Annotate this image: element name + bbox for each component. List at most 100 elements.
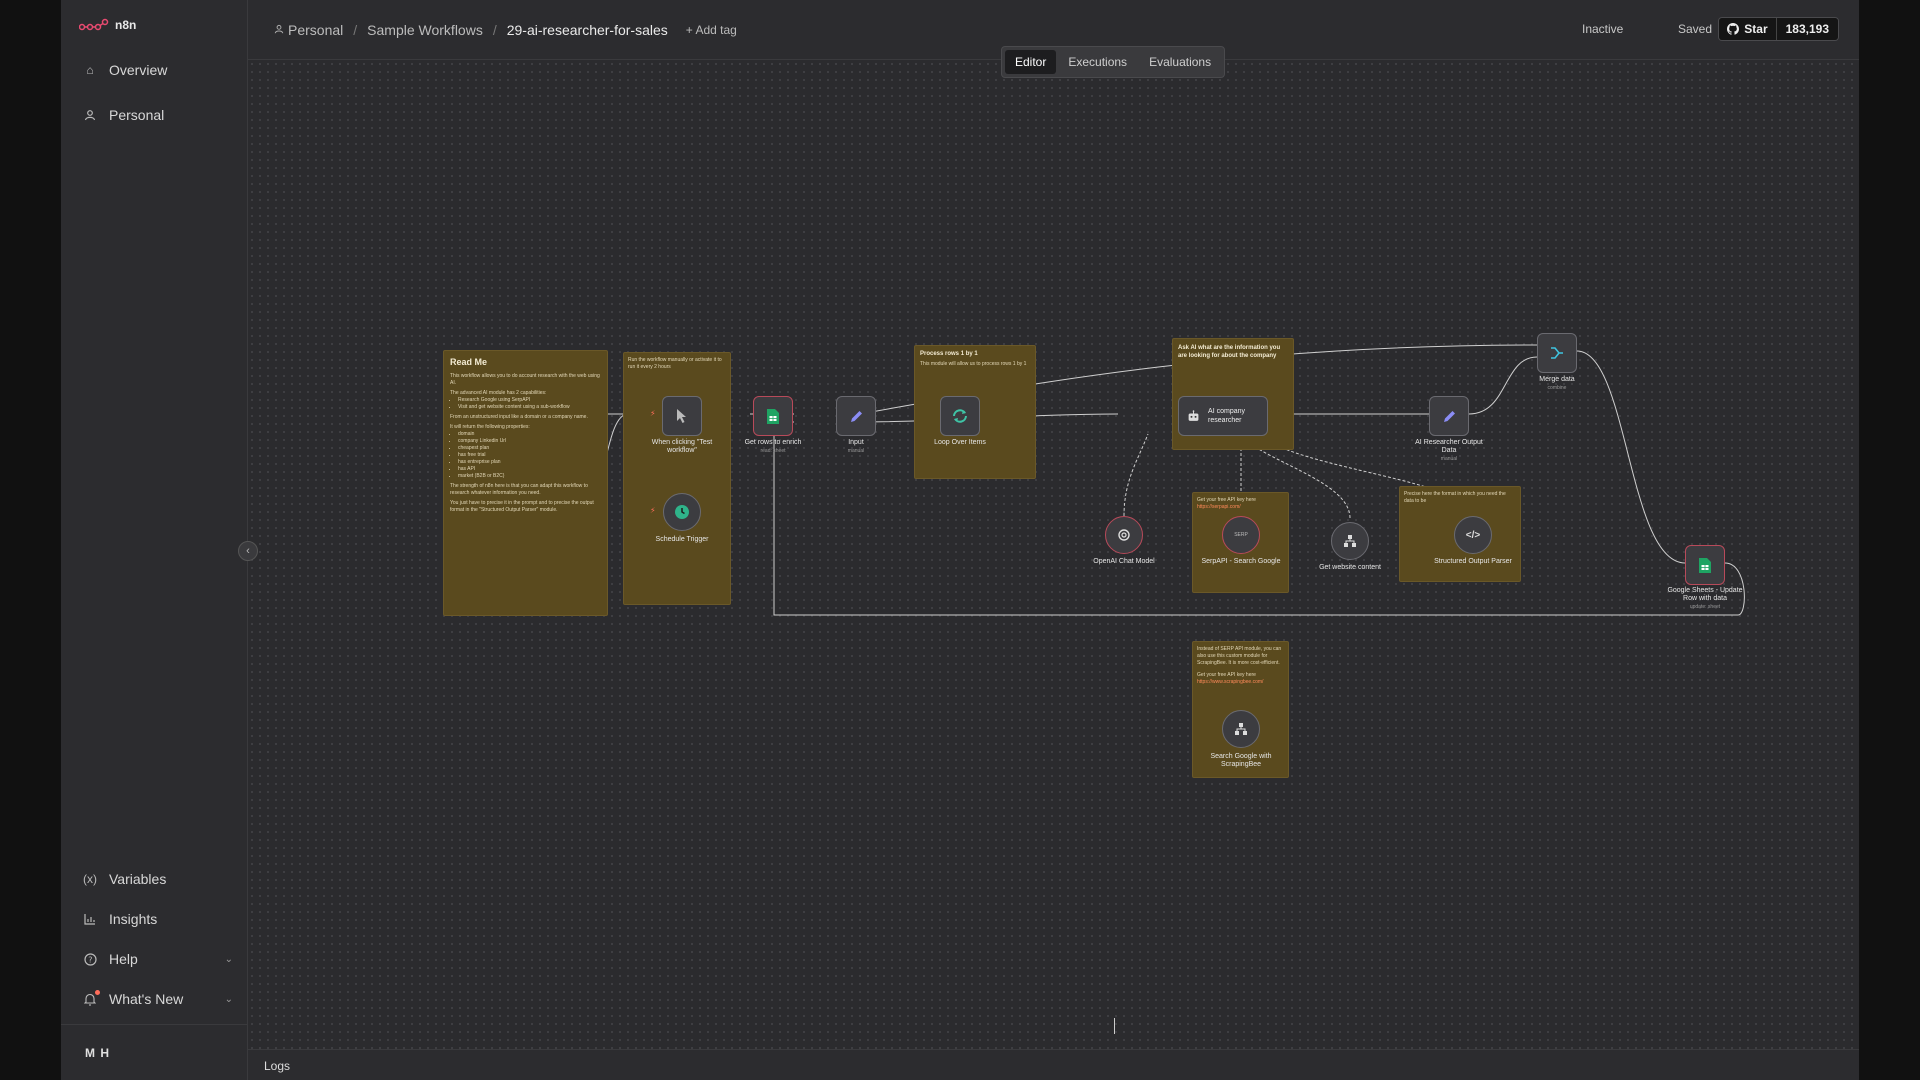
node-label: Input [848,439,864,446]
workflow-canvas[interactable]: Read Me This workflow allows you to do a… [248,60,1859,1049]
list-item: has free trial [458,452,601,459]
node-ai-agent[interactable]: AI company researcher [1178,396,1268,436]
node-label: Google Sheets - Update Row with data [1667,587,1743,602]
node-label: Search Google with ScrapingBee [1210,753,1272,768]
node-sublabel: combine [1547,385,1567,391]
sidebar-item-variables[interactable]: (x) Variables [83,868,233,890]
google-sheets-icon [767,408,779,424]
note-text: Get your free API key here [1197,672,1256,678]
tab-evaluations[interactable]: Evaluations [1139,50,1221,74]
sidebar-item-insights[interactable]: Insights [83,908,233,930]
user-avatar[interactable]: M H [85,1046,110,1060]
logs-panel[interactable]: Logs [248,1049,1859,1080]
github-star: Star [1719,18,1777,40]
sidebar-item-help[interactable]: ? Help ⌄ [83,948,233,970]
app-window: n8n ⌂ Overview Personal (x) Variables In… [61,0,1859,1080]
note-text: The strength of n8n here is that you can… [450,483,588,496]
node-sublabel: update: sheet [1689,604,1721,610]
pencil-icon [850,410,862,422]
node-label: Schedule Trigger [655,536,709,543]
list-item: company Linkedin Url [458,438,601,445]
node-label: When clicking "Test workflow" [651,439,713,454]
sidebar-item-label: Overview [109,62,168,78]
code-icon: </> [1465,529,1481,541]
note-text: The advanced AI module has 2 capabilitie… [450,390,547,396]
node-ai-output[interactable] [1429,396,1469,436]
list-item: market (B2B or B2C) [458,473,601,480]
trigger-bolt-icon: ⚡ [650,506,656,515]
chart-icon [83,912,97,926]
breadcrumb-personal[interactable]: Personal [288,22,343,38]
note-text: It will return the following properties: [450,424,530,430]
bell-icon [83,990,100,1006]
google-sheets-icon [1699,557,1711,573]
brand-logo[interactable]: n8n [79,18,136,32]
node-sublabel: manual [1440,456,1458,462]
node-label: Merge data [1539,376,1575,383]
note-text: Instead of SERP API module, you can also… [1197,646,1282,666]
list-item: has entreprise plan [458,459,601,466]
add-tag-button[interactable]: + Add tag [686,23,737,37]
node-scrapingbee[interactable] [1222,710,1260,748]
list-item: cheapest plan [458,445,601,452]
variables-icon: (x) [83,872,97,886]
note-text: You just have to precise it in the promp… [450,500,594,513]
node-label: Loop Over Items [934,439,986,446]
note-link[interactable]: https://serpapi.com/ [1197,504,1284,511]
note-link[interactable]: https://www.scrapingbee.com/ [1197,679,1284,686]
breadcrumb-separator: / [492,22,497,38]
sidebar-item-label: Insights [109,911,158,927]
note-list: Research Google using SerpAPI Visit and … [450,397,601,411]
node-get-rows[interactable] [753,396,793,436]
breadcrumb-folder[interactable]: Sample Workflows [367,22,483,38]
text-cursor [1114,1018,1115,1034]
sidebar-item-personal[interactable]: Personal [83,104,233,126]
workflow-name[interactable]: 29-ai-researcher-for-sales [507,22,668,38]
note-title: Process rows 1 by 1 [920,351,978,357]
active-status-toggle[interactable]: Inactive [1582,22,1623,36]
chevron-left-icon: ‹ [246,545,250,557]
tab-editor[interactable]: Editor [1005,50,1057,74]
sticky-note-trigger[interactable]: Run the workflow manually or activate it… [623,352,731,605]
sidebar: n8n ⌂ Overview Personal (x) Variables In… [61,0,248,1080]
openai-icon [1118,529,1130,541]
view-tabs: Editor Executions Evaluations [1001,46,1226,78]
help-icon: ? [83,952,97,966]
collapse-sidebar-button[interactable]: ‹ [238,541,258,561]
node-label: AI Researcher Output Data [1415,439,1483,454]
node-structured-output-parser[interactable]: </> [1454,516,1492,554]
robot-icon [1188,410,1199,421]
node-openai-chat-model[interactable] [1105,516,1143,554]
breadcrumb: Personal / Sample Workflows / 29-ai-rese… [274,22,737,38]
node-manual-trigger[interactable] [662,396,702,436]
node-get-website-content[interactable] [1331,522,1369,560]
breadcrumb-separator: / [353,22,358,38]
note-text: This workflow allows you to do account r… [450,373,600,386]
note-title: Ask AI what are the information you are … [1178,345,1281,359]
node-schedule-trigger[interactable] [663,493,701,531]
node-loop-over-items[interactable] [940,396,980,436]
n8n-logo-icon [79,18,109,31]
node-merge-data[interactable] [1537,333,1577,373]
sidebar-item-overview[interactable]: ⌂ Overview [83,59,233,81]
home-icon: ⌂ [86,63,94,77]
node-google-sheets-update[interactable] [1685,545,1725,585]
node-sublabel: read: sheet [760,448,786,454]
node-input[interactable] [836,396,876,436]
github-star-button[interactable]: Star 183,193 [1718,17,1839,41]
merge-icon [1551,347,1563,359]
divider [61,1024,247,1025]
note-text: From an unstructured input like a domain… [450,414,588,420]
note-text: This module will allow us to process row… [920,361,1027,367]
trigger-bolt-icon: ⚡ [650,409,656,418]
sidebar-item-label: Variables [109,871,167,887]
tab-executions[interactable]: Executions [1058,50,1137,74]
sidebar-item-label: Personal [109,107,165,123]
sidebar-item-whats-new[interactable]: What's New ⌄ [83,988,233,1010]
sticky-note-readme[interactable]: Read Me This workflow allows you to do a… [443,350,608,616]
clock-icon [675,505,689,519]
github-icon [1727,23,1740,35]
list-item: Visit and get website content using a su… [458,404,601,411]
cursor-click-icon [677,409,686,423]
node-serpapi-search[interactable]: SERP [1222,516,1260,554]
